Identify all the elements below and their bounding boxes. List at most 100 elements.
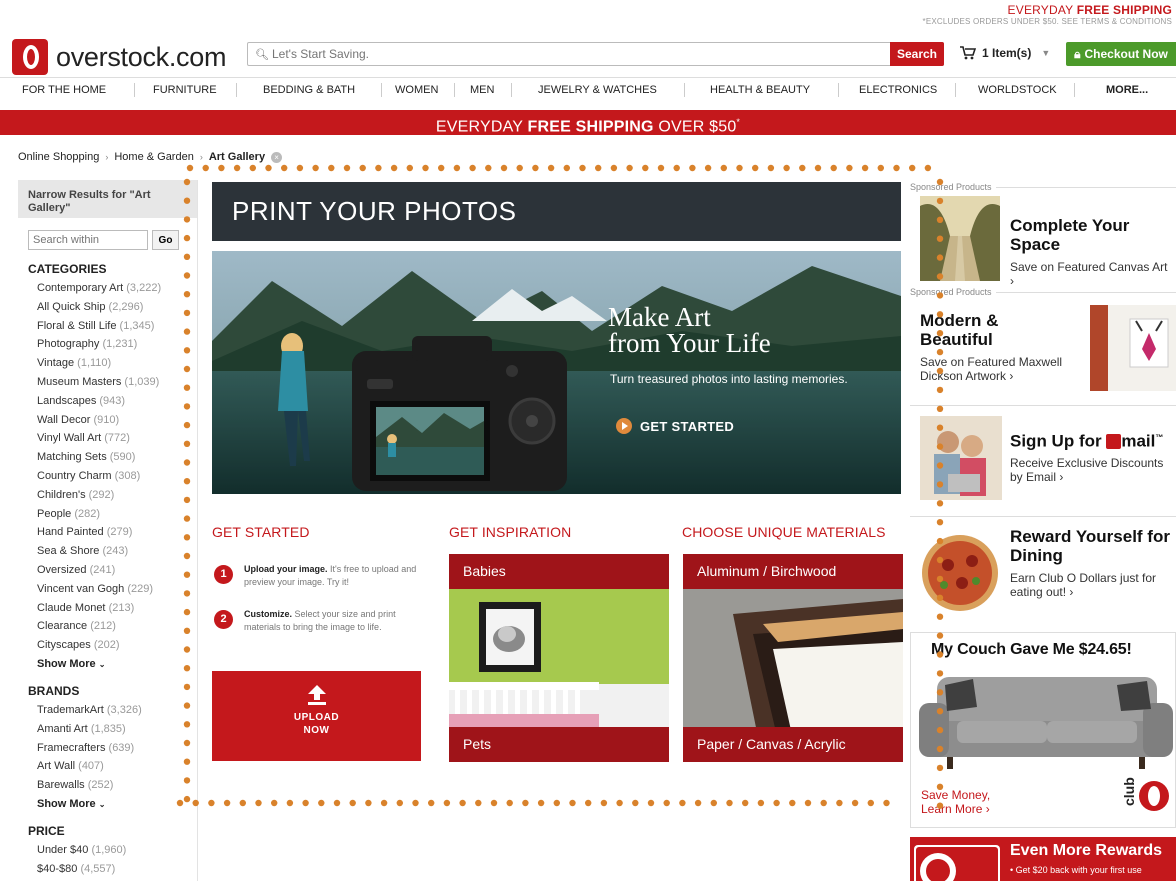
selection-dot [490,799,498,807]
brand-filter-item[interactable]: Art Wall (407) [37,757,197,776]
category-filter-item[interactable]: Wall Decor (910) [37,411,197,430]
category-filter-item[interactable]: Vincent van Gogh (229) [37,580,197,599]
upload-line2: NOW [303,725,330,736]
free-shipping-banner[interactable]: EVERYDAY FREE SHIPPING OVER $50* [0,110,1176,135]
step-bold: Customize. [244,609,293,619]
category-filter-item[interactable]: Oversized (241) [37,561,197,580]
price-filter-item[interactable]: Under $40 (1,960) [37,841,197,860]
category-filter-item[interactable]: Country Charm (308) [37,467,197,486]
filter-name: Matching Sets [37,451,107,464]
selection-dot [579,164,586,172]
babies-label[interactable]: Babies [449,554,669,589]
price-filter-item[interactable]: $40-$80 (4,557) [37,860,197,879]
nav-item-health-beauty[interactable]: HEALTH & BEAUTY [710,83,810,97]
selection-dot [422,164,429,172]
nav-item-for-the-home[interactable]: FOR THE HOME [22,83,106,97]
promo-modern-beautiful[interactable]: Modern & Beautiful Save on Featured Maxw… [910,297,1176,405]
brand-filter-item[interactable]: TrademarkArt (3,326) [37,701,197,720]
banner-bold: FREE SHIPPING [527,118,654,136]
selection-dot [595,164,602,172]
site-logo[interactable]: overstock.com [12,39,226,75]
search-button[interactable]: Search [890,42,944,66]
nav-divider [134,82,135,97]
nav-item-more[interactable]: MORE... [1106,83,1148,97]
search-within-input[interactable] [28,230,148,250]
category-filter-item[interactable]: Vintage (1,110) [37,354,197,373]
category-filter-item[interactable]: Contemporary Art (3,222) [37,279,197,298]
search-within-go-button[interactable]: Go [152,230,179,250]
price-heading: PRICE [28,823,65,838]
paper-canvas-acrylic-label[interactable]: Paper / Canvas / Acrylic [683,727,903,762]
nav-item-women[interactable]: WOMEN [395,83,438,97]
category-filter-item[interactable]: Sea & Shore (243) [37,542,197,561]
materials-tile[interactable]: Aluminum / Birchwood Paper / Canvas / Ac… [683,554,903,762]
inspiration-tile[interactable]: Babies Pets [449,554,669,762]
breadcrumb-online-shopping[interactable]: Online Shopping [18,151,99,163]
filter-count: (241) [89,563,116,576]
promo-terms[interactable]: *EXCLUDES ORDERS UNDER $50. SEE TERMS & … [923,18,1172,26]
category-filter-item[interactable]: Landscapes (943) [37,392,197,411]
category-filter-item[interactable]: Floral & Still Life (1,345) [37,317,197,336]
selection-dot [375,164,382,172]
category-filter-item[interactable]: Clearance (212) [37,617,197,636]
selection-dot [610,164,618,172]
right-sidebar: Sponsored Products Complete Your Space S… [910,182,1176,627]
selection-dot [804,799,812,807]
category-filter-item[interactable]: People (282) [37,505,197,524]
aluminum-birchwood-label[interactable]: Aluminum / Birchwood [683,554,903,589]
club-o-couch-promo[interactable]: My Couch Gave Me $24.65! Save Money, Lea… [910,632,1176,828]
hero-banner[interactable]: Make Art from Your Life Turn treasured p… [212,251,901,494]
breadcrumb-home-garden[interactable]: Home & Garden [114,151,193,163]
nav-item-furniture[interactable]: FURNITURE [153,83,217,97]
filter-name: People [37,507,72,520]
couch-cta[interactable]: Save Money, Learn More › [921,788,990,816]
cart-button[interactable]: 1 Item(s) ▼ [960,46,1050,60]
promo-complete-space[interactable]: Complete Your Space Save on Featured Can… [910,194,1176,288]
promo-modern-title: Modern & Beautiful [920,311,999,349]
checkout-now-button[interactable]: 🔒︎ Checkout Now [1066,42,1176,66]
nav-item-bedding-bath[interactable]: BEDDING & BATH [263,83,355,97]
promo-reward-dining[interactable]: Reward Yourself for Dining Earn Club O D… [910,517,1176,627]
selection-dot [867,799,874,807]
categories-show-more[interactable]: Show More ⌄ [37,655,197,674]
category-filter-item[interactable]: Cityscapes (202) [37,636,197,655]
brand-filter-item[interactable]: Barewalls (252) [37,776,197,795]
category-filter-item[interactable]: Photography (1,231) [37,335,197,354]
hero-get-started-button[interactable]: GET STARTED [616,418,734,434]
nav-item-men[interactable]: MEN [470,83,494,97]
selection-dot [616,799,623,807]
selection-dot [265,164,272,172]
category-filter-item[interactable]: Museum Masters (1,039) [37,373,197,392]
promo-omail-signup[interactable]: Sign Up for mail™ Receive Exclusive Disc… [910,406,1176,516]
brand-filter-item[interactable]: Framecrafters (639) [37,739,197,758]
section-materials-heading: CHOOSE UNIQUE MATERIALS [682,524,886,540]
filter-name: Contemporary Art [37,282,124,294]
categories-heading: CATEGORIES [28,262,107,276]
category-filter-item[interactable]: Hand Painted (279) [37,523,197,542]
even-more-rewards-promo[interactable]: Even More Rewards • Get $20 back with yo… [910,837,1176,881]
selection-dot [459,799,466,807]
promo-prefix: EVERYDAY [1007,3,1077,17]
category-filter-item[interactable]: Matching Sets (590) [37,448,197,467]
pets-label[interactable]: Pets [449,727,669,762]
category-filter-item[interactable]: All Quick Ship (2,296) [37,298,197,317]
remove-filter-icon[interactable]: × [271,151,283,163]
selection-dot [233,164,241,172]
filter-name: Vincent van Gogh [37,582,125,595]
selection-dot [689,164,696,172]
selection-dot [412,799,419,807]
search-input[interactable] [272,43,943,65]
category-filter-item[interactable]: Vinyl Wall Art (772) [37,429,197,448]
brands-show-more[interactable]: Show More ⌄ [37,795,197,814]
upload-now-button[interactable]: UPLOAD NOW [212,671,421,761]
nav-item-worldstock[interactable]: WORLDSTOCK [978,83,1057,97]
top-free-shipping-promo[interactable]: EVERYDAY FREE SHIPPING *EXCLUDES ORDERS … [923,4,1172,26]
category-filter-item[interactable]: Claude Monet (213) [37,599,197,618]
category-filter-item[interactable]: Children's (292) [37,486,197,505]
brand-filter-item[interactable]: Amanti Art (1,835) [37,720,197,739]
nav-item-electronics[interactable]: ELECTRONICS [859,83,937,97]
play-icon [616,418,632,434]
nav-item-jewelry-watches[interactable]: JEWELRY & WATCHES [538,83,657,97]
couch-title: My Couch Gave Me $24.65! [931,641,1132,658]
selection-dot [710,799,717,807]
